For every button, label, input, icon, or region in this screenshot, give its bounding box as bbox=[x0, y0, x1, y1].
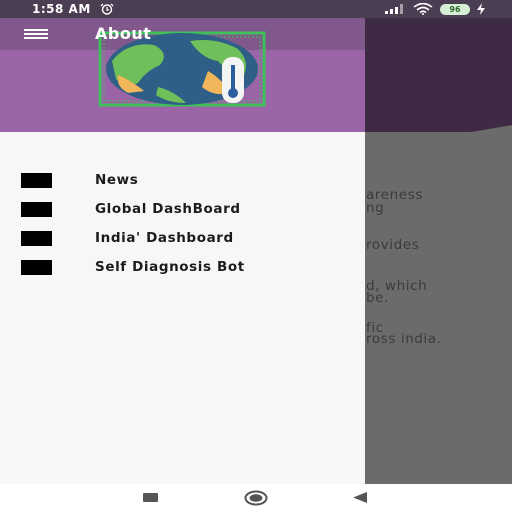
background-text-line: ng bbox=[366, 200, 385, 216]
menu-item-india-dashboard[interactable]: India' Dashboard bbox=[0, 226, 365, 252]
menu-item-news[interactable]: News bbox=[0, 168, 365, 194]
menu-item-global-dashboard[interactable]: Global DashBoard bbox=[0, 197, 365, 223]
wifi-icon bbox=[413, 3, 433, 15]
background-text-line: be. bbox=[366, 290, 389, 306]
status-time: 1:58 AM bbox=[32, 2, 91, 16]
self-diagnosis-bot-icon bbox=[21, 260, 52, 275]
drawer-title: About bbox=[95, 24, 152, 43]
menu-item-self-diagnosis-bot[interactable]: Self Diagnosis Bot bbox=[0, 255, 365, 281]
background-text-line: ross india. bbox=[366, 331, 442, 347]
menu-item-label: News bbox=[95, 172, 139, 188]
menu-item-label: India' Dashboard bbox=[95, 230, 234, 246]
home-button[interactable] bbox=[244, 490, 268, 506]
charging-bolt-icon bbox=[477, 3, 485, 15]
menu-item-label: Self Diagnosis Bot bbox=[95, 259, 245, 275]
background-text-line: rovides bbox=[366, 237, 420, 253]
hamburger-menu-icon[interactable] bbox=[24, 29, 48, 40]
india-dashboard-icon bbox=[21, 231, 52, 246]
menu-item-label: Global DashBoard bbox=[95, 201, 241, 217]
back-button[interactable] bbox=[352, 491, 368, 504]
alarm-icon bbox=[100, 3, 114, 15]
signal-icon bbox=[385, 4, 403, 14]
recent-apps-button[interactable] bbox=[143, 493, 158, 502]
news-icon bbox=[21, 173, 52, 188]
battery-level: 96 bbox=[449, 5, 461, 14]
global-dashboard-icon bbox=[21, 202, 52, 217]
